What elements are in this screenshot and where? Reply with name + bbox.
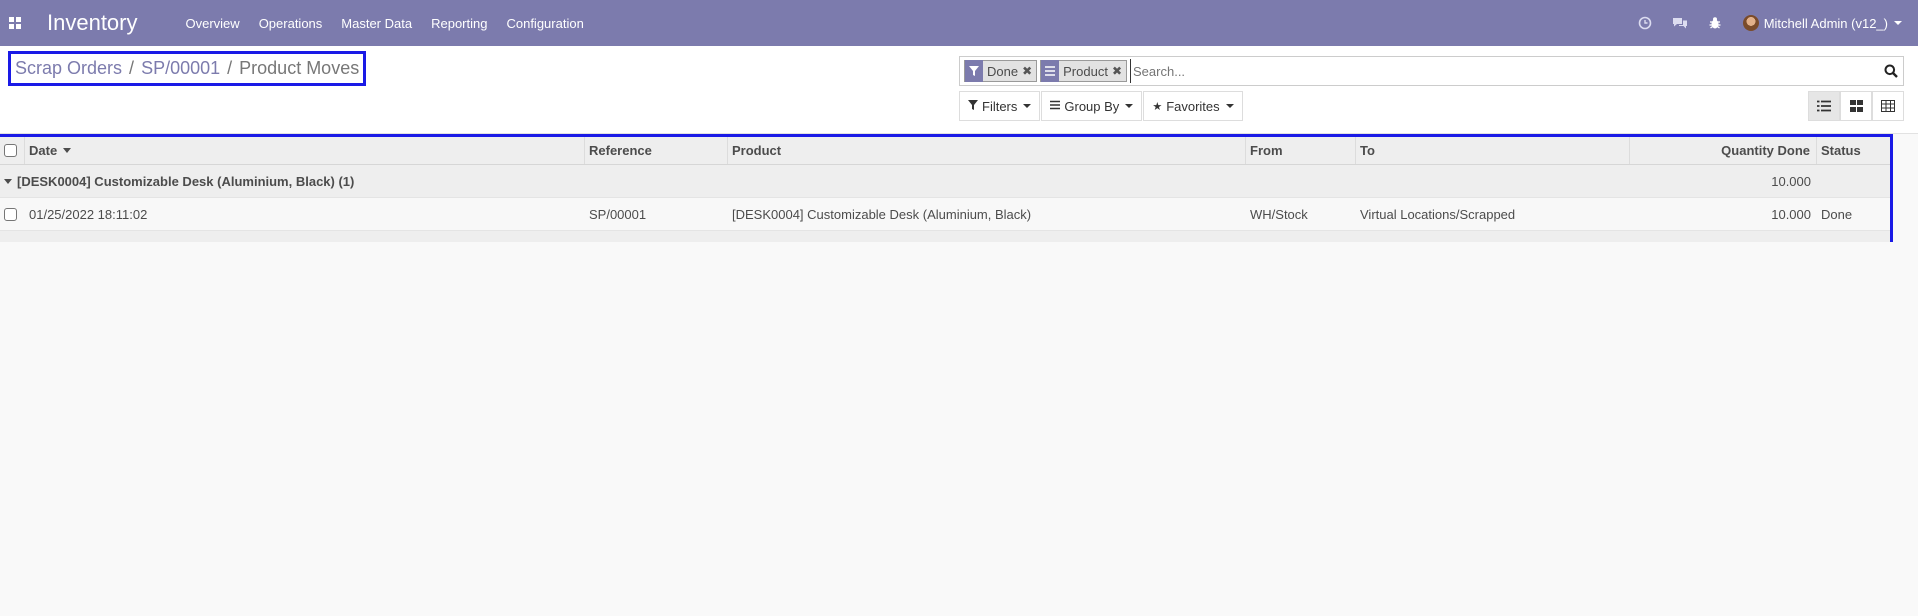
sort-down-icon	[63, 148, 72, 153]
table-header: Date Reference Product From To Quantity …	[0, 137, 1890, 165]
group-by-button[interactable]: Group By	[1041, 91, 1143, 121]
breadcrumb-current: Product Moves	[239, 58, 360, 78]
breadcrumb-scrap-orders[interactable]: Scrap Orders	[15, 58, 122, 79]
caret-down-icon	[4, 178, 12, 184]
table-row[interactable]: 01/25/2022 18:11:02 SP/00001 [DESK0004] …	[0, 198, 1890, 231]
menu-configuration[interactable]: Configuration	[506, 16, 583, 31]
column-product[interactable]: Product	[728, 137, 1246, 164]
breadcrumb-sp00001[interactable]: SP/00001	[141, 58, 220, 79]
breadcrumb-separator: /	[227, 58, 233, 78]
column-date-label: Date	[29, 143, 58, 158]
menu-overview[interactable]: Overview	[186, 16, 240, 31]
bug-icon[interactable]	[1698, 0, 1733, 46]
close-icon[interactable]: ✖	[1112, 64, 1126, 78]
cell-to: Virtual Locations/Scrapped	[1360, 206, 1516, 222]
kanban-view-icon[interactable]	[1840, 91, 1872, 121]
group-by-label: Group By	[1064, 98, 1120, 114]
user-name: Mitchell Admin (v12_)	[1763, 15, 1888, 31]
chevron-down-icon	[1225, 104, 1234, 108]
search-facet-done[interactable]: Done ✖	[964, 60, 1038, 82]
breadcrumb: Scrap Orders / SP/00001 / Product Moves	[8, 51, 367, 86]
group-row[interactable]: [DESK0004] Customizable Desk (Aluminium,…	[0, 165, 1890, 198]
clock-icon[interactable]	[1628, 0, 1663, 46]
list-view: Date Reference Product From To Quantity …	[0, 134, 1893, 242]
search-facet-product[interactable]: Product ✖	[1040, 60, 1128, 82]
menu-reporting[interactable]: Reporting	[431, 16, 487, 31]
cell-from: WH/Stock	[1250, 206, 1308, 222]
column-to[interactable]: To	[1356, 137, 1630, 164]
filters-label: Filters	[982, 98, 1018, 114]
chat-icon[interactable]	[1663, 0, 1698, 46]
close-icon[interactable]: ✖	[1022, 64, 1036, 78]
row-checkbox[interactable]	[4, 207, 17, 221]
group-quantity: 10.000	[1771, 173, 1811, 189]
filter-icon	[965, 60, 983, 82]
menu-operations[interactable]: Operations	[259, 16, 323, 31]
search-icon[interactable]	[1879, 57, 1903, 85]
select-all-checkbox[interactable]	[4, 144, 17, 157]
app-title[interactable]: Inventory	[47, 10, 138, 36]
column-status[interactable]: Status	[1817, 137, 1890, 164]
view-switcher	[1808, 91, 1904, 121]
column-reference[interactable]: Reference	[585, 137, 728, 164]
list-footer	[0, 231, 1890, 242]
star-icon: ★	[1152, 100, 1163, 113]
list-view-icon[interactable]	[1808, 91, 1840, 121]
group-label-cell: [DESK0004] Customizable Desk (Aluminium,…	[0, 165, 1400, 197]
search-options: Filters Group By ★ Favorites	[959, 91, 1244, 121]
pivot-view-icon[interactable]	[1872, 91, 1904, 121]
search-input[interactable]	[1130, 59, 1879, 83]
column-date[interactable]: Date	[25, 137, 585, 164]
top-navbar: Inventory Overview Operations Master Dat…	[0, 0, 1918, 46]
group-label: [DESK0004] Customizable Desk (Aluminium,…	[17, 173, 355, 189]
row-select-cell	[0, 198, 25, 230]
cell-product: [DESK0004] Customizable Desk (Aluminium,…	[732, 206, 1032, 222]
cell-date: 01/25/2022 18:11:02	[29, 206, 148, 222]
menu-master-data[interactable]: Master Data	[341, 16, 412, 31]
search-bar: Done ✖ Product ✖	[959, 56, 1904, 86]
select-all-cell	[0, 137, 25, 164]
chevron-down-icon	[1125, 104, 1134, 108]
cell-status: Done	[1821, 206, 1853, 222]
facet-label: Product	[1063, 63, 1108, 79]
chevron-down-icon	[1894, 21, 1902, 25]
user-menu[interactable]: Mitchell Admin (v12_)	[1742, 15, 1902, 31]
favorites-label: Favorites	[1166, 98, 1220, 114]
control-panel: Scrap Orders / SP/00001 / Product Moves …	[0, 46, 1918, 134]
filter-icon	[968, 99, 978, 113]
facet-label: Done	[987, 63, 1019, 79]
breadcrumb-separator: /	[129, 58, 135, 78]
apps-menu-icon[interactable]	[0, 0, 30, 46]
group-by-icon	[1050, 100, 1061, 113]
chevron-down-icon	[1023, 104, 1032, 108]
filters-button[interactable]: Filters	[959, 91, 1041, 121]
cell-quantity-done: 10.000	[1771, 206, 1811, 222]
avatar	[1742, 15, 1759, 31]
cell-reference: SP/00001	[589, 206, 647, 222]
group-by-icon	[1041, 60, 1060, 82]
column-quantity-done[interactable]: Quantity Done	[1630, 137, 1817, 164]
favorites-button[interactable]: ★ Favorites	[1143, 91, 1243, 121]
column-from[interactable]: From	[1246, 137, 1356, 164]
